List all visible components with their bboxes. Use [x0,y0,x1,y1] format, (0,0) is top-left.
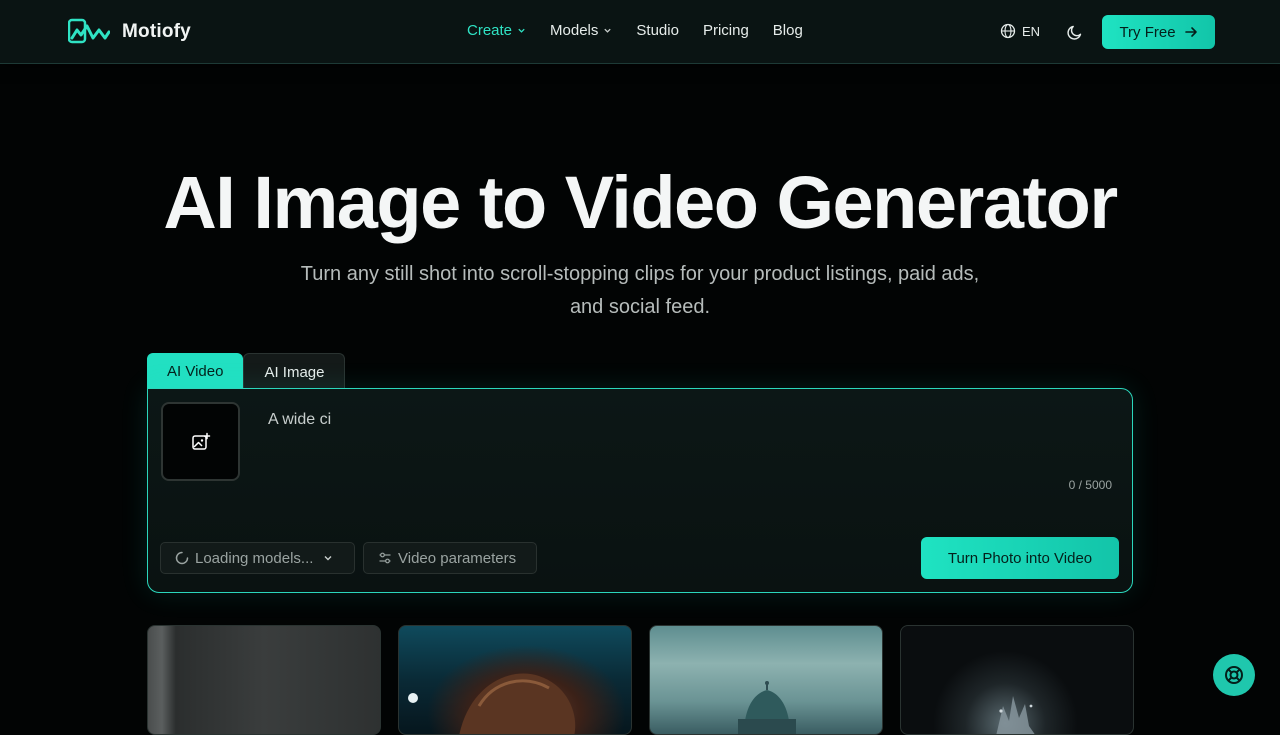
menu-item-studio[interactable]: Studio [636,22,679,39]
example-card-thumbnail[interactable] [398,625,632,735]
language-switcher[interactable]: EN [1000,23,1040,39]
try-free-button[interactable]: Try Free [1102,15,1215,49]
language-label: EN [1022,23,1041,39]
menu-item-label: Create [467,22,513,39]
example-card-thumbnail[interactable] [649,625,883,735]
brand-name: Motiofy [122,21,191,42]
menu-item-label: Blog [772,22,803,39]
main-menu: Create Models Studio Pricing Blog [467,22,803,39]
arrow-right-icon [1184,27,1197,37]
menu-item-label: Pricing [702,22,749,39]
example-card-thumbnail[interactable] [147,625,381,735]
page-title: AI Image to Video Generator [163,161,1118,244]
image-upload-button[interactable] [161,402,240,481]
video-parameters-label: Video parameters [398,549,517,567]
chevron-down-icon [604,28,612,33]
example-gallery [147,625,1134,735]
building-thumbnail-image [738,681,796,734]
menu-item-blog[interactable]: Blog [773,22,803,39]
help-button[interactable] [1213,654,1255,696]
moon-icon [1067,25,1082,40]
chevron-down-icon [324,556,332,561]
lifebuoy-icon [1225,666,1243,684]
generate-video-button[interactable]: Turn Photo into Video [921,537,1119,579]
model-select-label: Loading models... [195,549,314,567]
example-card-thumbnail[interactable] [900,625,1134,735]
brand-logo[interactable]: Motiofy [68,18,191,46]
image-plus-icon [191,432,210,450]
motiofy-logo-icon [68,18,110,44]
try-free-label: Try Free [1119,23,1176,41]
menu-item-pricing[interactable]: Pricing [703,22,749,39]
generator-tabs: AI Video AI Image [147,353,346,390]
video-parameters-button[interactable]: Video parameters [363,542,537,574]
menu-item-models[interactable]: Models [550,22,612,39]
sliders-icon [379,552,391,564]
tab-ai-video[interactable]: AI Video [147,353,244,390]
menu-item-label: Models [550,22,599,39]
tab-ai-image[interactable]: AI Image [243,353,346,390]
model-select[interactable]: Loading models... [160,542,355,574]
globe-icon [1000,23,1016,39]
prompt-input[interactable]: A wide ci [268,411,1108,471]
theme-toggle[interactable] [1066,23,1084,46]
generator-panel: A wide ci 0 / 5000 Loading models... Vid… [147,388,1133,593]
menu-item-label: Studio [636,22,679,39]
character-counter: 0 / 5000 [1068,478,1112,492]
top-navbar: Motiofy Create Models Studio Pricing Blo… [0,0,1280,64]
splash-thumbnail-image [996,696,1035,734]
menu-item-create[interactable]: Create [467,22,526,39]
spinner-icon [175,551,189,565]
chevron-down-icon [518,28,525,33]
portrait-thumbnail-image [408,673,576,734]
page-subtitle: Turn any still shot into scroll-stopping… [300,263,980,318]
